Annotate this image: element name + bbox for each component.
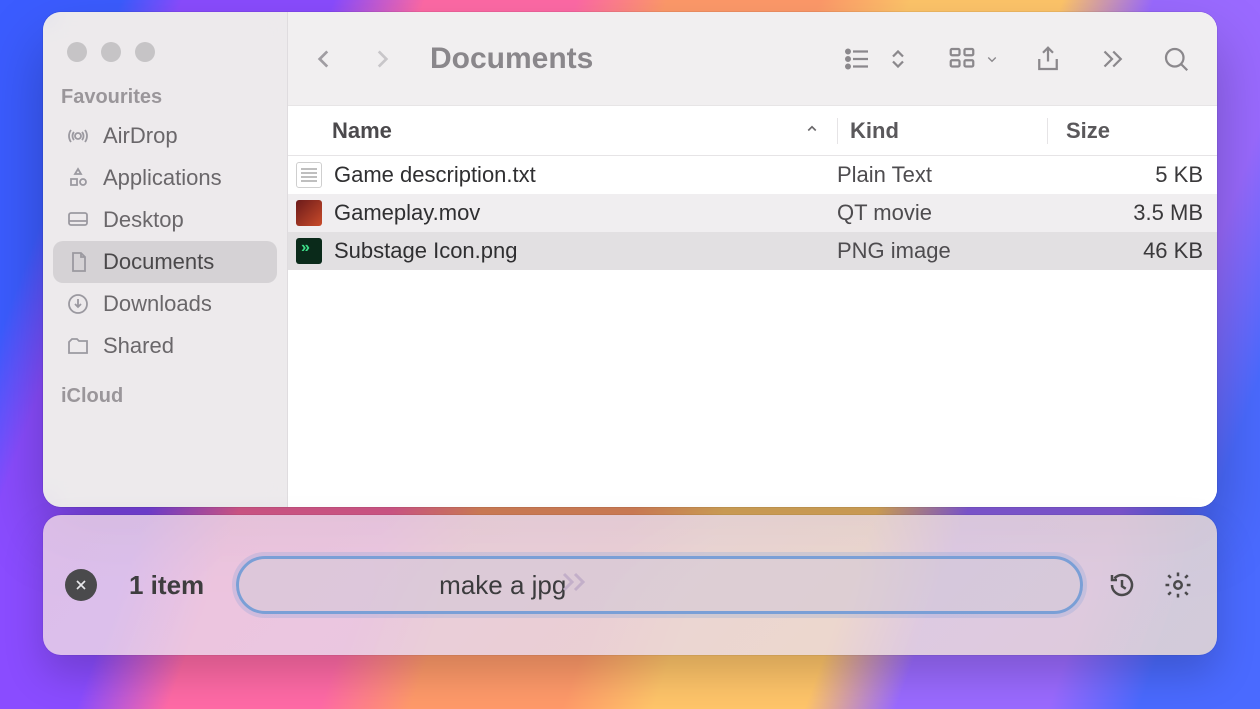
updown-icon bbox=[881, 42, 915, 76]
column-header-label: Size bbox=[1066, 118, 1110, 143]
substage-bar: 1 item bbox=[43, 515, 1217, 655]
finder-sidebar: Favourites AirDrop Applications Desktop bbox=[43, 12, 288, 507]
column-header-label: Kind bbox=[850, 118, 899, 143]
command-input[interactable] bbox=[439, 570, 1058, 601]
file-size: 46 KB bbox=[1047, 238, 1217, 264]
grid-icon bbox=[945, 42, 979, 76]
close-window-button[interactable] bbox=[67, 42, 87, 62]
settings-button[interactable] bbox=[1161, 568, 1195, 602]
file-type-icon bbox=[296, 200, 322, 226]
finder-main: Documents bbox=[288, 12, 1217, 507]
sidebar-item-label: Desktop bbox=[103, 207, 184, 233]
sidebar-item-airdrop[interactable]: AirDrop bbox=[53, 115, 277, 157]
clear-selection-button[interactable] bbox=[65, 569, 97, 601]
shared-icon bbox=[65, 333, 91, 359]
sidebar-section-icloud: iCloud bbox=[43, 385, 287, 414]
zoom-window-button[interactable] bbox=[135, 42, 155, 62]
column-header-kind[interactable]: Kind bbox=[837, 118, 1047, 144]
sidebar-item-label: AirDrop bbox=[103, 123, 178, 149]
back-button[interactable] bbox=[304, 39, 344, 79]
finder-toolbar: Documents bbox=[288, 12, 1217, 106]
sidebar-section-favourites: Favourites bbox=[43, 86, 287, 115]
column-header-size[interactable]: Size bbox=[1047, 118, 1217, 144]
file-kind: Plain Text bbox=[837, 162, 1047, 188]
apps-icon bbox=[65, 165, 91, 191]
sidebar-item-documents[interactable]: Documents bbox=[53, 241, 277, 283]
documents-icon bbox=[65, 249, 91, 275]
file-kind: QT movie bbox=[837, 200, 1047, 226]
file-list: Game description.txtPlain Text5 KBGamepl… bbox=[288, 156, 1217, 507]
sidebar-item-label: Downloads bbox=[103, 291, 212, 317]
file-row[interactable]: Gameplay.movQT movie3.5 MB bbox=[288, 194, 1217, 232]
window-title: Documents bbox=[430, 42, 593, 76]
sidebar-item-label: Applications bbox=[103, 165, 222, 191]
window-controls bbox=[43, 30, 287, 86]
file-name: Game description.txt bbox=[328, 162, 837, 188]
view-mode-button[interactable] bbox=[841, 42, 915, 76]
search-button[interactable] bbox=[1159, 42, 1193, 76]
file-size: 5 KB bbox=[1047, 162, 1217, 188]
forward-button[interactable] bbox=[362, 39, 402, 79]
airdrop-icon bbox=[65, 123, 91, 149]
list-view-icon bbox=[841, 42, 875, 76]
chevron-down-icon bbox=[983, 42, 1001, 76]
file-name: Gameplay.mov bbox=[328, 200, 837, 226]
file-type-icon bbox=[296, 238, 322, 264]
sidebar-item-applications[interactable]: Applications bbox=[53, 157, 277, 199]
column-header-label: Name bbox=[332, 118, 392, 144]
file-type-icon bbox=[296, 162, 322, 188]
downloads-icon bbox=[65, 291, 91, 317]
column-header-name[interactable]: Name bbox=[328, 118, 837, 144]
sidebar-item-label: Documents bbox=[103, 249, 214, 275]
group-by-button[interactable] bbox=[945, 42, 1001, 76]
file-size: 3.5 MB bbox=[1047, 200, 1217, 226]
sidebar-item-desktop[interactable]: Desktop bbox=[53, 199, 277, 241]
share-button[interactable] bbox=[1031, 42, 1065, 76]
desktop-icon bbox=[65, 207, 91, 233]
file-name: Substage Icon.png bbox=[328, 238, 837, 264]
sort-ascending-icon bbox=[803, 118, 821, 144]
selection-count: 1 item bbox=[129, 570, 204, 601]
sidebar-favourites-list: AirDrop Applications Desktop Documents bbox=[43, 115, 287, 367]
file-row[interactable]: Game description.txtPlain Text5 KB bbox=[288, 156, 1217, 194]
minimize-window-button[interactable] bbox=[101, 42, 121, 62]
column-header-row: Name Kind Size bbox=[288, 106, 1217, 156]
more-toolbar-button[interactable] bbox=[1095, 42, 1129, 76]
sidebar-item-downloads[interactable]: Downloads bbox=[53, 283, 277, 325]
history-button[interactable] bbox=[1105, 568, 1139, 602]
command-field-wrapper[interactable] bbox=[236, 556, 1083, 614]
file-kind: PNG image bbox=[837, 238, 1047, 264]
prompt-chevrons-icon bbox=[560, 569, 590, 601]
sidebar-item-label: Shared bbox=[103, 333, 174, 359]
file-row[interactable]: Substage Icon.pngPNG image46 KB bbox=[288, 232, 1217, 270]
sidebar-item-shared[interactable]: Shared bbox=[53, 325, 277, 367]
finder-window: Favourites AirDrop Applications Desktop bbox=[43, 12, 1217, 507]
